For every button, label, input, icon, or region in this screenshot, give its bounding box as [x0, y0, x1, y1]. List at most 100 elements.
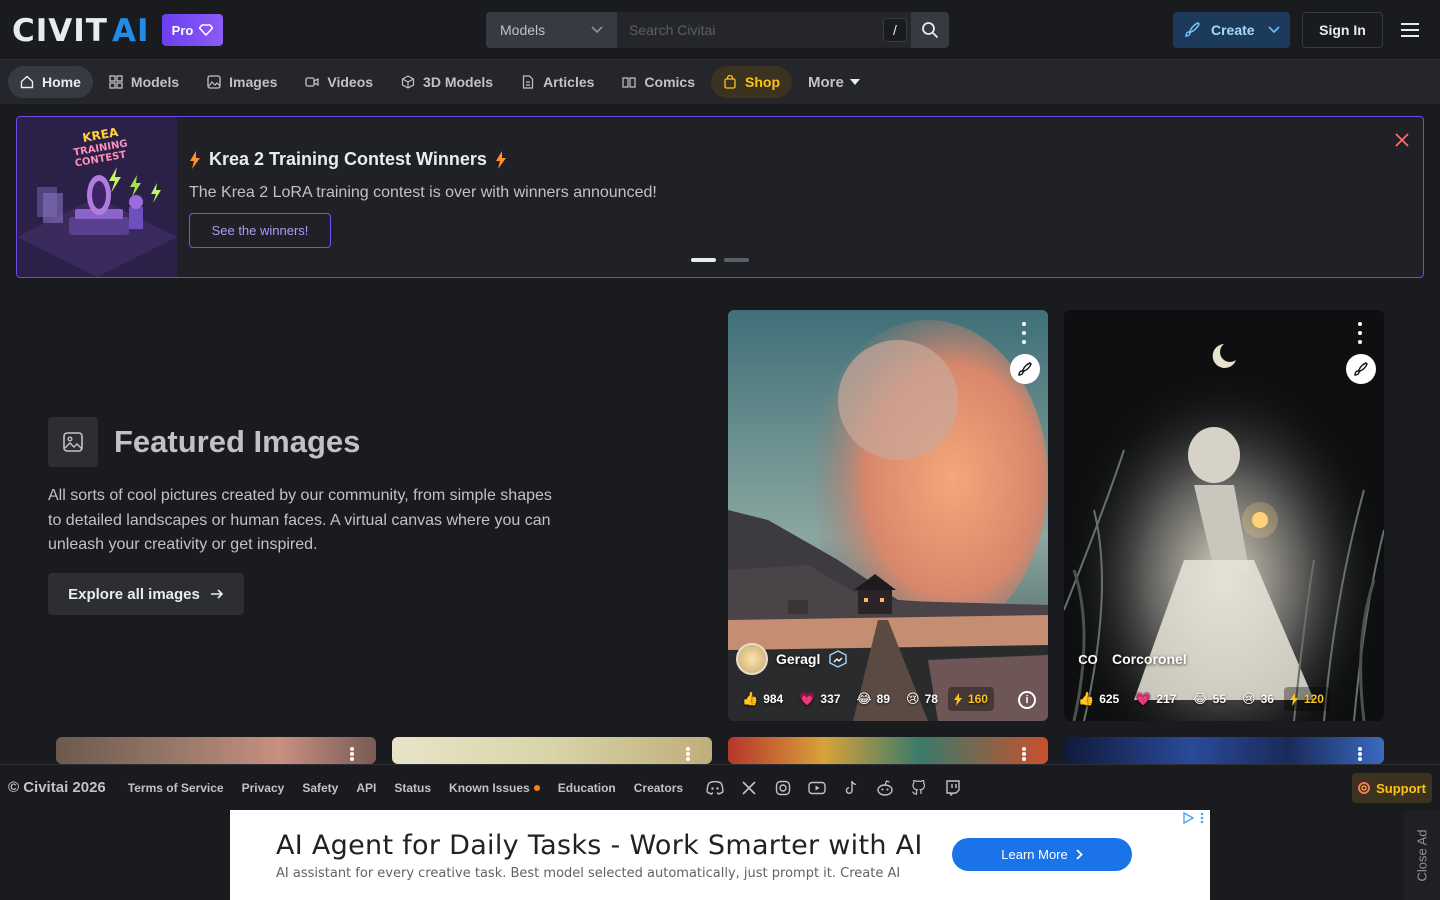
card-menu-button[interactable] — [1352, 747, 1368, 761]
banner-close-button[interactable] — [1393, 131, 1411, 149]
see-winners-button[interactable]: See the winners! — [189, 213, 331, 248]
youtube-icon[interactable] — [807, 778, 827, 798]
footer-link-terms[interactable]: Terms of Service — [128, 781, 224, 795]
svg-text:CIVIT: CIVIT — [12, 15, 108, 45]
nav-item-home[interactable]: Home — [8, 66, 93, 98]
pro-badge[interactable]: Pro — [162, 14, 223, 46]
cry-reaction[interactable]: 😢 36 — [1236, 687, 1280, 711]
nav-item-videos[interactable]: Videos — [293, 66, 385, 98]
info-icon: i — [1025, 694, 1029, 706]
footer-link-safety[interactable]: Safety — [302, 781, 338, 795]
heart-reaction[interactable]: 💗 337 — [793, 687, 846, 711]
card-menu-button[interactable] — [1016, 747, 1032, 761]
image-card[interactable] — [392, 737, 712, 764]
cry-count: 36 — [1260, 692, 1274, 706]
carousel-dot[interactable] — [724, 258, 749, 262]
contest-illustration: KREA TRAINING CONTEST — [17, 117, 177, 277]
search-type-select[interactable]: Models — [486, 12, 617, 48]
card-author[interactable]: CO Corcoronel — [1072, 643, 1186, 675]
tiktok-icon[interactable] — [841, 778, 861, 798]
nav-item-3d-models[interactable]: 3D Models — [389, 66, 505, 98]
like-reaction[interactable]: 👍 625 — [1072, 687, 1125, 711]
banner-description: The Krea 2 LoRA training contest is over… — [189, 184, 657, 201]
buzz-tip[interactable]: 120 — [1283, 687, 1330, 711]
chevron-down-icon — [591, 26, 603, 34]
footer-link-privacy[interactable]: Privacy — [242, 781, 285, 795]
chevron-down-icon — [1268, 26, 1280, 34]
nav-label: Comics — [644, 74, 695, 90]
search-shortcut-key: / — [883, 18, 907, 42]
x-twitter-icon[interactable] — [739, 778, 759, 798]
sign-in-button[interactable]: Sign In — [1302, 12, 1383, 48]
reddit-icon[interactable] — [875, 778, 895, 798]
laugh-reaction[interactable]: 😂 89 — [850, 687, 896, 711]
instagram-icon[interactable] — [773, 778, 793, 798]
hamburger-menu-button[interactable] — [1398, 18, 1422, 42]
grid-icon — [109, 75, 123, 89]
card-menu-button[interactable] — [1352, 322, 1368, 344]
brush-icon — [1018, 362, 1032, 376]
nav-item-shop[interactable]: Shop — [711, 66, 792, 98]
remix-button[interactable] — [1346, 354, 1376, 384]
nav-item-images[interactable]: Images — [195, 66, 289, 98]
brush-icon — [1185, 22, 1200, 37]
discord-icon[interactable] — [705, 778, 725, 798]
image-card[interactable] — [728, 737, 1048, 764]
pro-label: Pro — [171, 22, 194, 38]
support-button[interactable]: Support — [1352, 773, 1432, 803]
remix-button[interactable] — [1010, 354, 1040, 384]
search-button[interactable] — [911, 12, 949, 48]
laugh-reaction[interactable]: 😂 55 — [1186, 687, 1232, 711]
ad-subtitle: AI assistant for every creative task. Be… — [276, 866, 901, 881]
lightning-icon — [1289, 692, 1298, 706]
known-issues-label: Known Issues — [449, 780, 530, 795]
footer-link-education[interactable]: Education — [558, 781, 616, 795]
lightning-icon — [495, 150, 506, 169]
nav-item-more[interactable]: More — [796, 66, 872, 98]
explore-all-images-button[interactable]: Explore all images — [48, 573, 244, 615]
copyright: © Civitai 2026 — [8, 779, 106, 796]
search-bar: Models / — [486, 12, 949, 48]
create-label: Create — [1211, 22, 1255, 38]
buzz-tip[interactable]: 160 — [947, 687, 994, 711]
image-card[interactable]: CO Corcoronel 👍 625 💗 217 😂 55 😢 36 120 — [1064, 310, 1384, 721]
card-menu-button[interactable] — [1016, 322, 1032, 344]
create-button[interactable]: Create — [1173, 12, 1290, 48]
carousel-indicators — [691, 258, 749, 262]
civitai-logo[interactable]: CIVIT AI — [12, 14, 150, 46]
footer-link-api[interactable]: API — [356, 781, 376, 795]
close-icon — [1395, 133, 1409, 147]
thumbs-up-icon: 👍 — [1078, 691, 1095, 707]
footer-link-known-issues[interactable]: Known Issues — [449, 781, 540, 795]
like-count: 984 — [763, 692, 784, 706]
nav-item-articles[interactable]: Articles — [509, 66, 606, 98]
card-author[interactable]: Geragl — [736, 643, 848, 675]
image-card[interactable]: Geragl 👍 984 💗 337 😂 89 😢 78 160 i — [728, 310, 1048, 721]
image-icon — [207, 75, 221, 89]
like-reaction[interactable]: 👍 984 — [736, 687, 789, 711]
reaction-bar: 👍 625 💗 217 😂 55 😢 36 120 — [1072, 687, 1330, 711]
image-card[interactable] — [56, 737, 376, 764]
github-icon[interactable] — [909, 778, 929, 798]
info-button[interactable]: i — [1018, 691, 1036, 709]
footer-link-creators[interactable]: Creators — [634, 781, 683, 795]
nav-item-models[interactable]: Models — [97, 66, 191, 98]
footer-link-status[interactable]: Status — [394, 781, 431, 795]
ad-learn-more-button[interactable]: Learn More — [952, 838, 1132, 871]
nav-item-comics[interactable]: Comics — [610, 66, 707, 98]
search-input[interactable] — [617, 12, 911, 48]
carousel-dot-active[interactable] — [691, 258, 716, 262]
card-menu-button[interactable] — [680, 747, 696, 761]
twitch-icon[interactable] — [943, 778, 963, 798]
cry-reaction[interactable]: 😢 78 — [900, 687, 944, 711]
laugh-icon: 😂 — [856, 691, 872, 707]
thumbs-up-icon: 👍 — [742, 691, 759, 707]
cry-count: 78 — [924, 692, 938, 706]
close-ad-button[interactable]: Close Ad — [1404, 810, 1440, 900]
advertisement[interactable]: AI Agent for Daily Tasks - Work Smarter … — [230, 810, 1210, 900]
card-menu-button[interactable] — [344, 747, 360, 761]
heart-reaction[interactable]: 💗 217 — [1129, 687, 1182, 711]
image-card[interactable] — [1064, 737, 1384, 764]
lightning-icon — [190, 150, 200, 169]
ad-choices[interactable] — [1182, 812, 1204, 824]
